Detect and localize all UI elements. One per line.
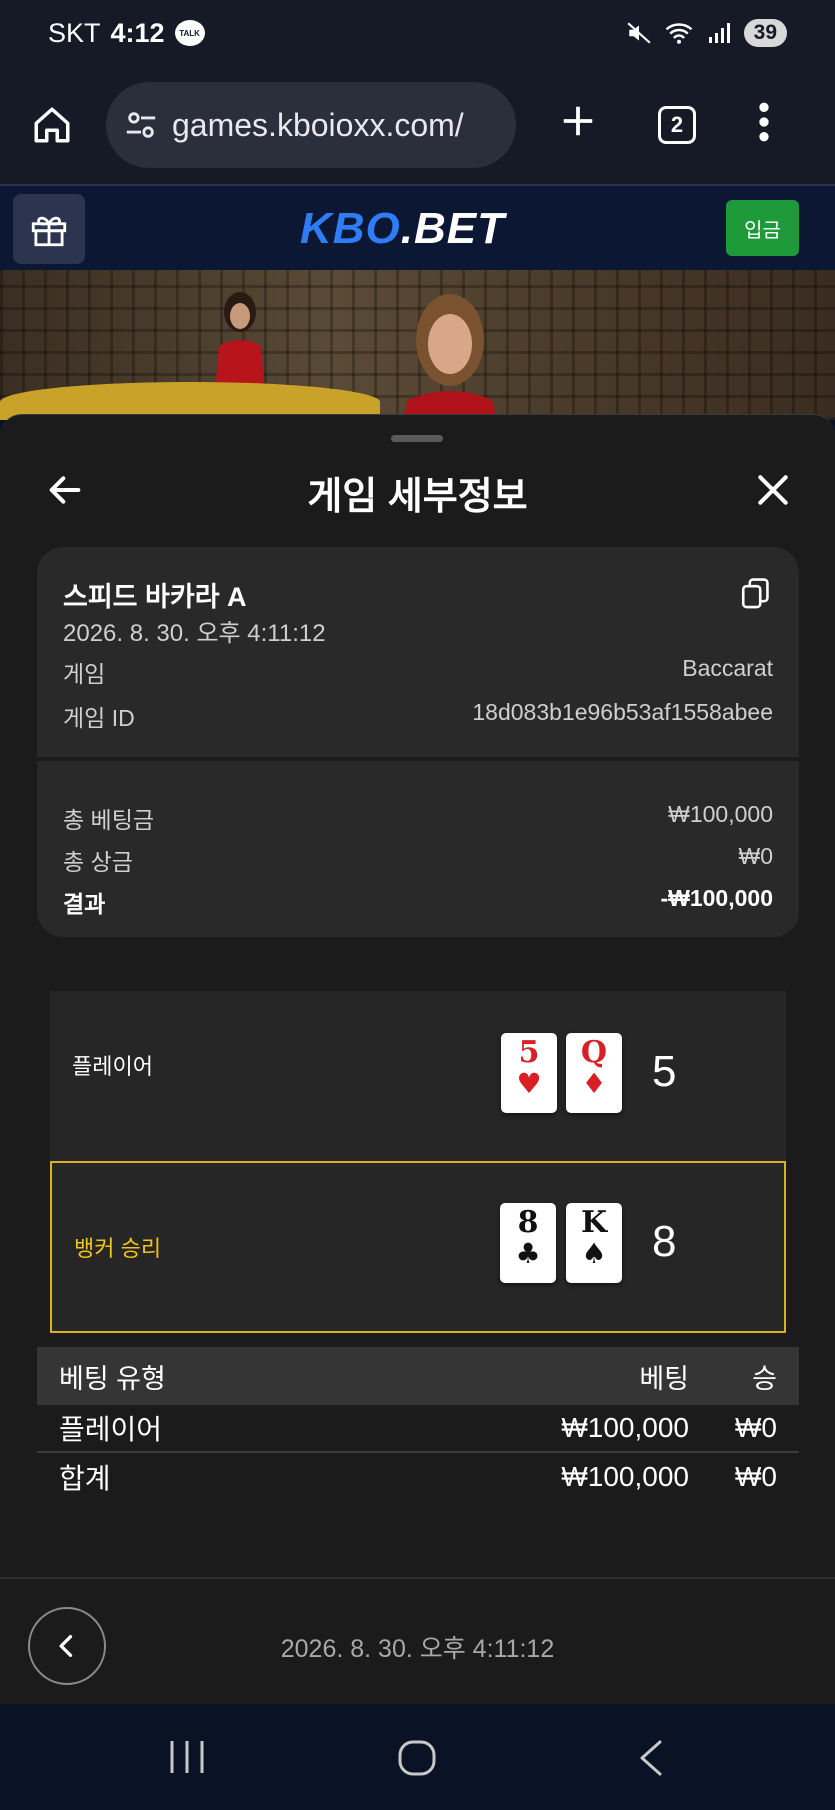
- bet-amount: ₩100,000: [561, 1412, 689, 1443]
- clock: 4:12: [110, 17, 165, 48]
- game-info-card: 스피드 바카라 A 2026. 8. 30. 오후 4:11:12 게임 Bac…: [37, 547, 799, 937]
- more-menu-button[interactable]: [754, 102, 774, 149]
- recent-apps-icon[interactable]: [168, 1739, 206, 1775]
- info-value: Baccarat: [682, 655, 773, 681]
- header-bet: 베팅: [639, 1363, 689, 1394]
- summary-value: ₩0: [738, 843, 774, 869]
- playing-card: K ♠: [566, 1203, 622, 1283]
- banker-hand-panel: 뱅커 승리 8 ♣ K ♠ 8: [50, 1161, 786, 1333]
- bet-type: 플레이어: [59, 1414, 163, 1445]
- heart-icon: ♥: [516, 1067, 542, 1100]
- header-bet-type: 베팅 유형: [59, 1363, 166, 1394]
- summary-row-result: 결과 -₩100,000: [63, 885, 773, 919]
- table-total-row: 합계 ₩100,000 ₩0: [37, 1453, 799, 1501]
- dealer-figure-left: [215, 292, 265, 394]
- game-info-top: 스피드 바카라 A 2026. 8. 30. 오후 4:11:12 게임 Bac…: [37, 547, 799, 757]
- browser-toolbar: games.kboioxx.com/ 2: [0, 66, 835, 184]
- battery-indicator: 39: [743, 19, 787, 47]
- home-icon: [34, 107, 70, 143]
- gift-button[interactable]: [13, 194, 85, 264]
- bet-table-header: 베팅 유형 베팅 승: [37, 1347, 799, 1405]
- spade-icon: ♠: [581, 1237, 607, 1270]
- dealer-figure-right: [402, 294, 498, 420]
- logo-kbo: KBO: [300, 204, 401, 253]
- round-timestamp: 2026. 8. 30. 오후 4:11:12: [280, 1635, 555, 1663]
- summary-row-total-bet: 총 베팅금 ₩100,000: [63, 801, 773, 835]
- card-rank: Q: [580, 1035, 608, 1070]
- diamond-icon: ♦: [581, 1067, 607, 1100]
- deposit-button[interactable]: 입금: [726, 200, 799, 256]
- home-nav-icon[interactable]: [397, 1739, 437, 1777]
- status-bar: SKT 4:12 TALK 39: [0, 0, 835, 66]
- info-row-game-id: 게임 ID 18d083b1e96b53af1558abee: [63, 699, 773, 733]
- tab-switcher-button[interactable]: 2: [658, 106, 696, 144]
- summary-value: -₩100,000: [660, 885, 773, 911]
- address-bar[interactable]: games.kboioxx.com/: [106, 82, 516, 168]
- playing-card: 5 ♥: [501, 1033, 557, 1113]
- table-row: 플레이어 ₩100,000 ₩0: [37, 1405, 799, 1453]
- close-button[interactable]: [748, 465, 798, 515]
- live-video-feed: [0, 270, 835, 420]
- total-bet: ₩100,000: [561, 1461, 689, 1492]
- info-label: 게임 ID: [63, 705, 135, 731]
- club-icon: ♣: [515, 1237, 541, 1270]
- game-details-sheet: 게임 세부정보 스피드 바카라 A 2026. 8. 30. 오후 4:11:1…: [0, 414, 835, 1704]
- summary-value: ₩100,000: [668, 801, 773, 827]
- player-score: 5: [652, 1047, 677, 1096]
- bet-table: 베팅 유형 베팅 승 플레이어 ₩100,000 ₩0 합계 ₩100,000 …: [37, 1347, 799, 1501]
- game-name: 스피드 바카라 A: [63, 582, 247, 612]
- player-hand-panel: 플레이어 5 ♥ Q ♦ 5: [50, 991, 786, 1161]
- card-rank: 8: [517, 1205, 539, 1240]
- signal-icon: [708, 23, 730, 43]
- info-label: 게임: [63, 661, 106, 687]
- back-nav-icon[interactable]: [636, 1739, 666, 1777]
- header-win: 승: [752, 1363, 777, 1394]
- site-settings-icon[interactable]: [124, 108, 158, 142]
- copy-icon[interactable]: [739, 577, 771, 611]
- sheet-title: 게임 세부정보: [307, 476, 528, 518]
- info-value: 18d083b1e96b53af1558abee: [472, 699, 773, 725]
- playing-card: Q ♦: [566, 1033, 622, 1113]
- summary-label: 결과: [63, 891, 106, 917]
- total-win: ₩0: [735, 1461, 777, 1492]
- plus-icon: [563, 106, 593, 136]
- gift-icon: [31, 216, 67, 247]
- total-label: 합계: [59, 1463, 111, 1494]
- site-header: KBO.BET 입금: [0, 184, 835, 270]
- playing-card: 8 ♣: [500, 1203, 556, 1283]
- system-navigation-bar: [0, 1704, 835, 1810]
- divider: [37, 757, 799, 761]
- new-tab-button[interactable]: [552, 101, 604, 149]
- logo-bet: .BET: [400, 204, 506, 253]
- more-vert-icon: [759, 102, 769, 141]
- summary-label: 총 상금: [63, 849, 133, 875]
- close-icon: [758, 475, 788, 505]
- wifi-icon: [665, 23, 692, 44]
- info-row-game: 게임 Baccarat: [63, 655, 773, 689]
- player-label: 플레이어: [72, 1054, 153, 1079]
- site-logo[interactable]: KBO.BET: [300, 204, 505, 254]
- home-button[interactable]: [26, 99, 78, 151]
- url-text[interactable]: games.kboioxx.com/: [172, 107, 464, 144]
- game-date: 2026. 8. 30. 오후 4:11:12: [63, 620, 326, 647]
- summary-label: 총 베팅금: [63, 807, 155, 833]
- banker-win-label: 뱅커 승리: [74, 1236, 162, 1261]
- sheet-drag-handle[interactable]: [391, 435, 443, 442]
- carrier-label: SKT: [48, 17, 101, 48]
- summary-row-total-win: 총 상금 ₩0: [63, 843, 773, 877]
- talk-notification-icon: TALK: [174, 20, 205, 46]
- sheet-footer: 2026. 8. 30. 오후 4:11:12: [0, 1577, 835, 1705]
- mute-icon: [627, 22, 651, 44]
- banker-score: 8: [652, 1217, 677, 1266]
- win-amount: ₩0: [735, 1412, 777, 1443]
- card-rank: K: [580, 1205, 608, 1240]
- card-rank: 5: [518, 1035, 540, 1070]
